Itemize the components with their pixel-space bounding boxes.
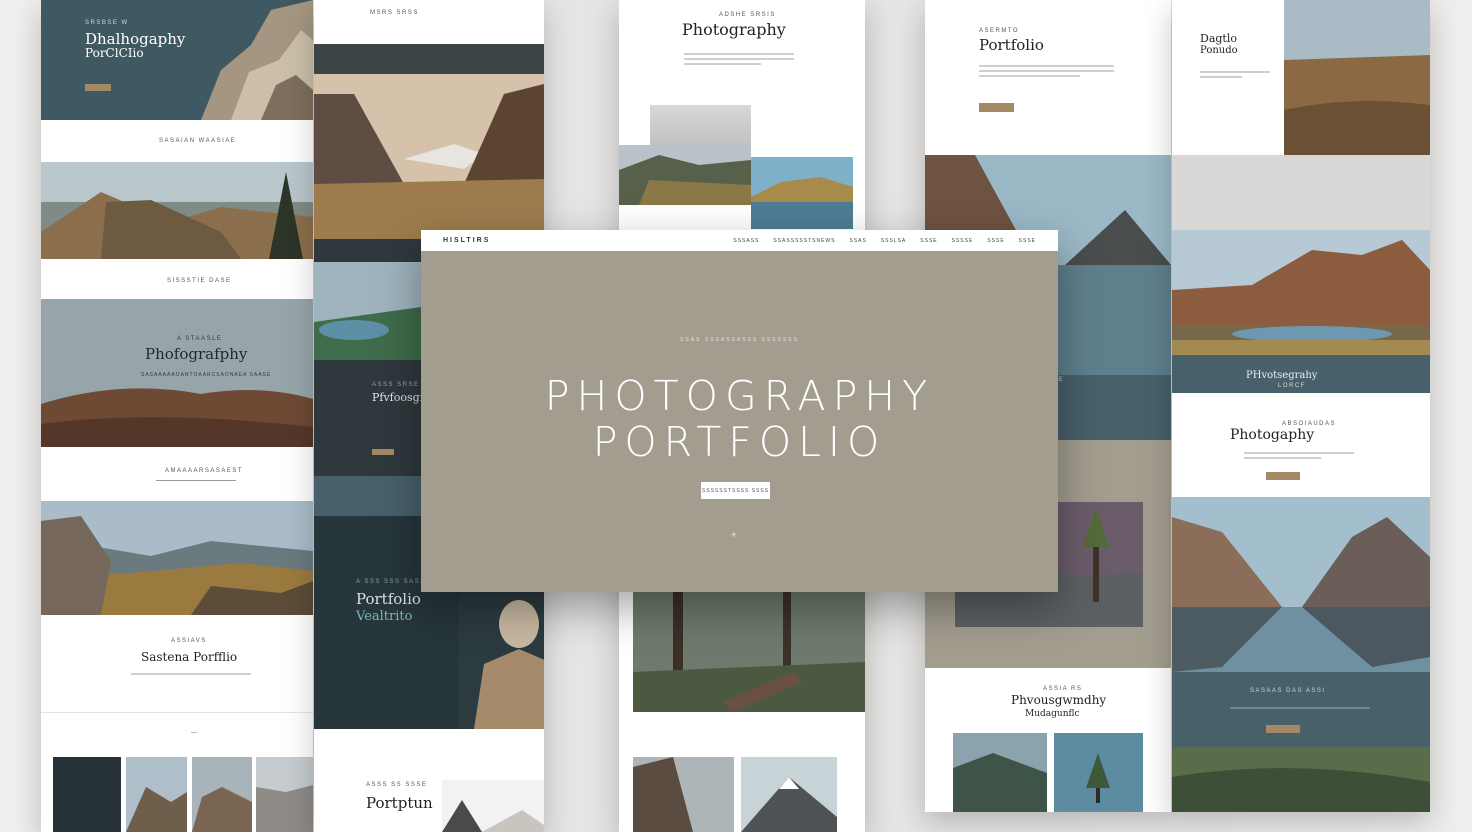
hero-eyebrow: SSAS SSSASSASSS SSSSSSS (680, 337, 799, 343)
card3-eyebrow: ADSHE SRSIS (719, 12, 776, 18)
card5-caption-band: PHvotsegrahy Lorcf (1172, 355, 1430, 393)
card1-thumb-1[interactable] (53, 757, 121, 832)
card2-dark-title-1: Portfolio (356, 590, 421, 608)
card1-band1-label: SASAIAN WAASIAE (159, 138, 237, 144)
forest-photo (633, 592, 865, 712)
card1-band2-label: SISSSTIE DASE (167, 278, 232, 284)
card4-button[interactable] (979, 103, 1014, 112)
mountain-valley-photo (41, 501, 313, 615)
hero-title-line-2: PORTFOLIO (592, 418, 887, 466)
card1-section-eyebrow: ASSIAVS (171, 638, 207, 644)
hero-title-line-1: PHOTOGRAPHY (544, 372, 935, 420)
hero-menu-item[interactable]: SSAS (849, 238, 866, 244)
green-hills-photo (1172, 747, 1430, 812)
card2-bottom-title: Portptun (366, 794, 433, 812)
card1-header-title-2: PorClCIio (85, 46, 144, 60)
card4-bottom-title-1: Phvousgwmdhy (1011, 693, 1107, 707)
card4-bottom-title-2: Mudagunflc (1025, 709, 1080, 719)
hero-menu-item[interactable]: SSASSSSSTSNEWS (773, 238, 835, 244)
card5-side-title-2: Ponudo (1200, 45, 1238, 56)
card4-bottom-eyebrow: ASSIA RS (1043, 686, 1083, 692)
card2-mid-eyebrow: ASSS SRSE (372, 382, 420, 388)
card1-hills-eyebrow: A STAASLE (177, 336, 223, 342)
canyon-photo (314, 74, 544, 239)
card1-hills-subtitle: SASAAAAAOANTOAARCSAONAEA SAASE (141, 372, 272, 378)
card1-thumb-2[interactable] (126, 757, 187, 832)
mesa-lake-photo (1172, 230, 1430, 355)
hero-menu-item[interactable]: SSSE (920, 238, 937, 244)
card2-dark-title-2: Vealtrito (356, 609, 413, 624)
card1-divider (41, 712, 313, 713)
card4-eyebrow: ASERMTO (979, 28, 1020, 34)
card5-band-lines (1230, 704, 1370, 712)
hero-navbar: HISLTIRS SSSASS SSASSSSSTSNEWS SSAS SSSL… (421, 230, 1058, 251)
card1-section-text (131, 670, 251, 678)
reflection-photo (751, 157, 853, 229)
hero-menu-item[interactable]: SSSSE (952, 238, 974, 244)
mirror-lake-photo (1172, 497, 1430, 672)
card1-header-eyebrow: SRSBSE W (85, 20, 129, 26)
hero-menu-item[interactable]: SSSE (987, 238, 1004, 244)
card1-hills-section: A STAASLE Phofografphy SASAAAAAOANTOAARC… (41, 299, 313, 447)
card1-thumb-3[interactable] (192, 757, 252, 832)
card2-dark-eyebrow: A SSS SSS SASSE (356, 579, 432, 585)
grassland-photo (1284, 0, 1430, 155)
card4-paragraph (979, 62, 1114, 80)
portfolio-card-5[interactable]: Dagtlo Ponudo PHvotsegrahy Lorcf ABSOIAU… (1172, 0, 1430, 812)
card3-peak-thumb[interactable] (741, 757, 837, 832)
card5-gray-gap (1172, 155, 1430, 230)
card5-side-lines (1200, 68, 1270, 81)
card5-caption-sub: Lorcf (1278, 383, 1306, 389)
cliff-lake-photo (41, 162, 313, 259)
hero-menu-item[interactable]: SSSE (1019, 238, 1036, 244)
card1-band3-rule (156, 480, 236, 481)
hero-menu-item[interactable]: SSSLSA (881, 238, 906, 244)
card5-band-text: SASAAS DAS ASSI (1250, 688, 1326, 694)
card3-cliff-thumb[interactable] (633, 757, 734, 832)
card5-side-title-1: Dagtlo (1200, 32, 1237, 45)
card2-top-label: MSRS SRSS (370, 10, 419, 16)
card3-title: Photography (682, 20, 786, 39)
card4-title: Portfolio (979, 36, 1044, 54)
mountain-lake-photo (314, 262, 421, 360)
card5-paragraph (1244, 449, 1354, 462)
card2-bottom-peak (442, 780, 544, 832)
card4-tree-thumb[interactable] (1054, 733, 1143, 812)
hero-cta-button[interactable]: SSSSSSTSSSS SSSS (701, 482, 770, 499)
card2-navbar (314, 44, 544, 74)
hero-menu: SSSASS SSASSSSSTSNEWS SSAS SSSLSA SSSE S… (733, 238, 1036, 244)
portrait-photo (459, 594, 544, 729)
card1-hills-title: Phofografphy (145, 345, 248, 363)
rock-photo (201, 0, 313, 120)
card4-valley-thumb[interactable] (953, 733, 1047, 812)
card1-header: SRSBSE W Dhalhogaphy PorClCIio (41, 0, 313, 120)
card1-band3-label: AMAAAARSASAEST (165, 468, 244, 474)
card5-band-button[interactable] (1266, 725, 1300, 733)
plus-icon[interactable]: + (731, 530, 737, 541)
valley-photo (619, 145, 751, 205)
card2-bottom-eyebrow: ASSS SS SSSE (366, 782, 428, 788)
card2-mid-button[interactable] (372, 449, 394, 455)
hero-logo[interactable]: HISLTIRS (443, 237, 490, 244)
card5-caption-title: PHvotsegrahy (1246, 370, 1318, 381)
card1-gallery-label: — (191, 730, 199, 736)
hero-card[interactable]: HISLTIRS SSSASS SSASSSSSTSNEWS SSAS SSSL… (421, 230, 1058, 592)
card1-section-title: Sastena Porfflio (141, 650, 238, 664)
moodboard-canvas: SRSBSE W Dhalhogaphy PorClCIio SASAIAN W… (0, 0, 1472, 832)
card1-thumb-4[interactable] (256, 757, 313, 832)
portfolio-card-1[interactable]: SRSBSE W Dhalhogaphy PorClCIio SASAIAN W… (41, 0, 313, 832)
card1-header-button[interactable] (85, 84, 111, 91)
card5-title-section: ABSOIAUDAS Photogaphy (1172, 393, 1430, 497)
card3-paragraph (684, 50, 794, 68)
card5-button[interactable] (1266, 472, 1300, 480)
hero-menu-item[interactable]: SSSASS (733, 238, 759, 244)
card5-title: Photogaphy (1230, 427, 1315, 443)
